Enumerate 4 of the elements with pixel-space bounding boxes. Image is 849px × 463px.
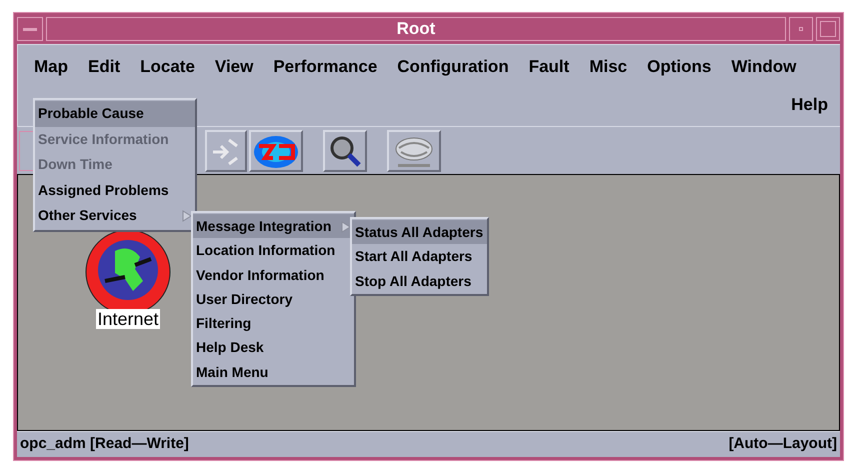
status-text: opc_adm [Read—Write] (20, 434, 189, 454)
window-title: Root (46, 17, 786, 41)
status-text: [Auto—Layout] (728, 434, 837, 454)
node-label: Internet (96, 309, 160, 329)
